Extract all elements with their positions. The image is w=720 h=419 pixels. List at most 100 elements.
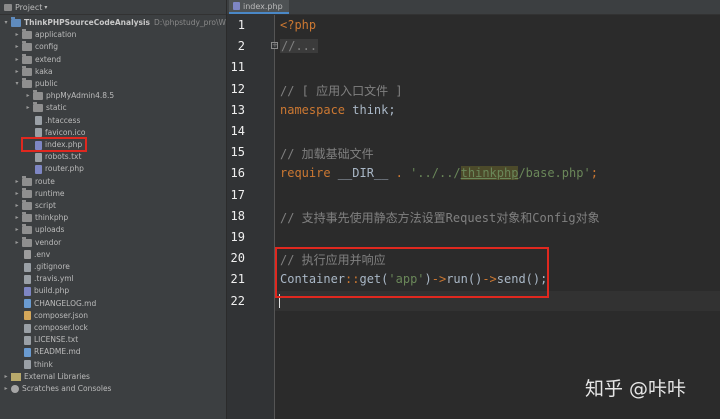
- project-panel-header[interactable]: Project ▾: [0, 0, 226, 15]
- chevron-right-icon[interactable]: ▸: [13, 188, 21, 200]
- code-line: // 加载基础文件: [280, 145, 374, 162]
- folder-icon: [11, 17, 21, 27]
- tree-item[interactable]: .htaccess: [24, 115, 80, 127]
- tree-item-label: robots.txt: [45, 152, 82, 162]
- file-icon: [24, 274, 31, 284]
- tree-item[interactable]: ▸ Scratches and Consoles: [2, 383, 111, 395]
- tree-item[interactable]: LICENSE.txt: [13, 334, 78, 346]
- code-line: <?php: [280, 18, 316, 32]
- php-file-icon: [35, 164, 42, 174]
- code-token: //...: [280, 39, 319, 54]
- chevron-right-icon[interactable]: ▸: [24, 90, 32, 102]
- tree-item[interactable]: ▸ vendor: [13, 236, 61, 249]
- tree-item[interactable]: CHANGELOG.md: [13, 298, 96, 310]
- chevron-down-icon[interactable]: ▾: [2, 17, 10, 29]
- file-icon: [35, 152, 42, 162]
- folder-icon: [22, 53, 32, 64]
- highlight-box-index-file: [21, 137, 87, 152]
- tree-item-path: D:\phpstudy_pro\WWW\Th: [154, 18, 226, 27]
- tree-item-label: phpMyAdmin4.8.5: [46, 91, 115, 101]
- line-number: 18: [230, 208, 245, 223]
- code-token: require: [280, 166, 331, 181]
- tree-item[interactable]: ▸ static: [24, 102, 67, 114]
- chevron-down-icon[interactable]: ▾: [13, 78, 21, 90]
- tree-item[interactable]: ▸ route: [13, 175, 55, 188]
- tree-item[interactable]: think: [13, 359, 53, 371]
- code-line: require __DIR__ . '../../thinkphp/base.p…: [280, 166, 598, 181]
- tree-item[interactable]: .gitignore: [13, 261, 70, 273]
- tree-item[interactable]: ▸ thinkphp: [13, 212, 68, 224]
- line-number: 1: [237, 18, 245, 32]
- project-panel-title: Project: [15, 2, 43, 12]
- tree-item-label: .gitignore: [34, 262, 70, 271]
- code-token: '../../: [402, 166, 461, 181]
- chevron-right-icon[interactable]: ▸: [13, 200, 21, 212]
- file-icon: [24, 262, 31, 272]
- line-number: 2: [237, 39, 245, 54]
- file-icon: [35, 116, 42, 126]
- code-token: .: [395, 166, 403, 181]
- chevron-right-icon[interactable]: ▸: [24, 102, 32, 114]
- code-token: ;: [590, 166, 598, 181]
- tree-item[interactable]: ▸ phpMyAdmin4.8.5: [24, 90, 114, 102]
- chevron-right-icon[interactable]: ▸: [13, 66, 21, 78]
- line-number: 21: [230, 272, 245, 287]
- tree-item[interactable]: ▾ public: [13, 78, 58, 90]
- folder-icon: [22, 65, 32, 76]
- tree-item-label: Scratches and Consoles: [22, 384, 112, 393]
- tree-item[interactable]: ▸ config: [13, 41, 58, 53]
- library-icon: [11, 372, 21, 381]
- chevron-right-icon[interactable]: ▸: [13, 237, 21, 249]
- tree-item[interactable]: ▸ application: [13, 29, 76, 41]
- tab-label: index.php: [243, 1, 283, 11]
- folder-icon: [22, 175, 32, 186]
- tree-item-label: README.md: [34, 347, 81, 357]
- tree-item[interactable]: robots.txt: [24, 151, 81, 163]
- tree-item[interactable]: ▸ uploads: [13, 224, 64, 236]
- tree-item[interactable]: ▸ External Libraries: [2, 371, 90, 383]
- tree-item[interactable]: ▸ runtime: [13, 187, 65, 200]
- line-number: 14: [230, 124, 245, 138]
- watermark: 知乎 @咔咔: [585, 378, 687, 400]
- folder-icon: [22, 212, 32, 223]
- code-line: // [ 应用入口文件 ]: [280, 82, 403, 99]
- folder-icon: [22, 29, 32, 40]
- line-number: 15: [230, 145, 245, 160]
- chevron-right-icon[interactable]: ▸: [13, 212, 21, 224]
- php-file-icon: [24, 286, 31, 296]
- tree-item[interactable]: router.php: [24, 163, 84, 175]
- chevron-right-icon[interactable]: ▸: [2, 371, 10, 383]
- line-number: 22: [230, 293, 245, 308]
- tree-item[interactable]: .travis.yml: [13, 273, 74, 285]
- code-token: __DIR__: [330, 166, 396, 181]
- chevron-right-icon[interactable]: ▸: [13, 41, 21, 53]
- chevron-right-icon[interactable]: ▸: [13, 176, 21, 188]
- tree-item-label: composer.lock: [34, 323, 88, 332]
- folder-icon: [22, 224, 32, 235]
- tree-item[interactable]: build.php: [13, 285, 69, 297]
- chevron-right-icon[interactable]: ▸: [13, 224, 21, 236]
- chevron-right-icon[interactable]: ▸: [13, 29, 21, 41]
- tree-item[interactable]: ▸ extend: [13, 53, 61, 66]
- tree-item[interactable]: .env: [13, 249, 50, 261]
- tree-item[interactable]: composer.json: [13, 310, 88, 322]
- tree-item-label: route: [35, 176, 55, 186]
- chevron-down-icon[interactable]: ▾: [44, 4, 47, 11]
- tree-item[interactable]: composer.lock: [13, 322, 88, 334]
- tree-item[interactable]: ▸ kaka: [13, 65, 53, 78]
- tree-item[interactable]: ▸ script: [13, 200, 56, 212]
- code-editor[interactable]: <?php //... // [ 应用入口文件 ] namespace think; /…: [275, 15, 720, 419]
- chevron-right-icon[interactable]: ▸: [2, 383, 10, 395]
- folder-icon: [22, 78, 32, 88]
- tree-item[interactable]: ▾ ThinkPHPSourceCodeAnalysis D:\phpstudy_p…: [2, 17, 226, 29]
- tree-item-label: .env: [34, 249, 51, 259]
- tree-item[interactable]: README.md: [13, 346, 81, 358]
- chevron-right-icon[interactable]: ▸: [13, 54, 21, 66]
- tree-item-label: config: [35, 42, 58, 52]
- code-token: /base.php': [518, 166, 591, 181]
- file-icon: [24, 299, 31, 309]
- code-token: <?php: [280, 18, 317, 32]
- line-number: 11: [230, 60, 245, 75]
- tab-index-php[interactable]: index.php: [229, 0, 289, 14]
- tree-item-label: build.php: [34, 286, 70, 296]
